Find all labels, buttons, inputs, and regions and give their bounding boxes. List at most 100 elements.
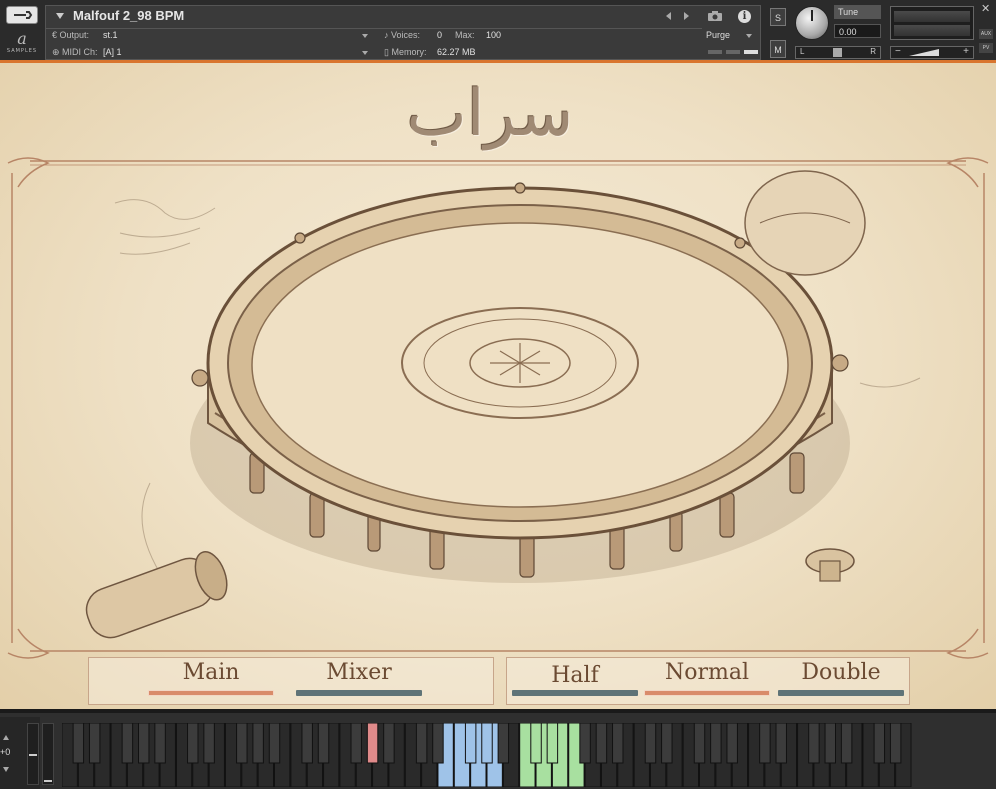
black-key[interactable] [187,723,199,764]
black-key[interactable] [775,723,787,764]
black-key[interactable] [350,723,362,764]
black-key[interactable] [889,723,902,764]
black-key[interactable] [415,723,428,764]
instrument-title: سراب [406,77,574,151]
piano-keyboard[interactable] [62,723,912,787]
black-key[interactable] [579,723,591,764]
black-key[interactable] [840,723,853,764]
black-key[interactable] [464,723,477,764]
tab-mixer[interactable]: Mixer [296,659,422,697]
black-key[interactable] [432,723,444,764]
purge-menu[interactable]: Purge [706,30,730,40]
instrument-name[interactable]: Malfouf 2_98 BPM [73,8,184,23]
volume-plus: + [963,46,969,57]
previous-instrument-icon[interactable] [666,12,671,20]
aux-button[interactable]: AUX [979,29,993,39]
tab-double[interactable]: Double [778,659,904,697]
next-instrument-icon[interactable] [684,12,689,20]
octave-up-icon[interactable] [3,735,9,740]
camera-icon[interactable] [707,10,723,22]
keyboard-area: +0 [0,709,996,789]
black-key[interactable] [481,723,493,764]
black-key[interactable] [203,723,215,764]
pv-button[interactable]: PV [979,43,993,53]
purge-indicator [726,50,740,54]
volume-minus: − [895,46,901,57]
tab-indicator [296,690,422,696]
instrument-artwork: سراب Main Mixer Half Normal Double [0,63,996,709]
black-key[interactable] [366,723,379,764]
volume-level[interactable] [909,49,939,56]
black-key[interactable] [138,723,150,764]
tab-indicator-active [148,690,274,696]
solo-button[interactable]: S [770,8,786,26]
close-icon[interactable]: ✕ [981,2,990,15]
black-key[interactable] [252,723,264,764]
max-label: Max: [455,30,475,40]
instrument-menu-arrow-icon[interactable] [56,13,64,19]
output-label: € Output: [52,30,90,40]
black-key[interactable] [808,723,820,764]
tab-indicator-active [644,690,770,696]
tab-half[interactable]: Half [512,659,638,697]
instrument-header: a SAMPLES Malfouf 2_98 BPM i € Output: s… [0,0,996,63]
black-key[interactable] [72,723,85,764]
black-key[interactable] [595,723,608,764]
tab-main[interactable]: Main [148,659,274,697]
midi-label: ⊕ MIDI Ch: [52,47,98,57]
black-key[interactable] [612,723,624,764]
mod-wheel[interactable] [42,723,54,785]
riq-drum-illustration [7,157,989,659]
black-key[interactable] [497,723,510,764]
voices-value: 0 [437,30,443,40]
voices-label: ♪ Voices: [384,30,421,40]
black-key[interactable] [236,723,248,764]
black-key[interactable] [546,723,559,764]
black-key[interactable] [317,723,330,764]
pan-handle[interactable] [833,48,842,57]
black-key[interactable] [873,723,886,764]
black-key[interactable] [154,723,166,764]
tab-indicator [512,690,638,696]
black-key[interactable] [710,723,722,764]
output-dropdown-icon[interactable] [362,34,368,38]
tune-value[interactable]: 0.00 [834,24,881,38]
max-voices-value[interactable]: 100 [486,30,501,40]
black-key[interactable] [693,723,706,764]
wrench-button[interactable] [6,6,38,24]
brand-logo: a SAMPLES [6,29,38,55]
octave-down-icon[interactable] [3,767,9,772]
mute-button[interactable]: M [770,40,786,58]
tune-knob[interactable] [795,6,829,40]
pan-right-label: R [870,47,876,56]
midi-dropdown-icon[interactable] [362,51,368,55]
wrench-icon [14,11,33,19]
memory-label: ▯ Memory: [384,47,427,57]
purge-indicator [708,50,722,54]
black-key[interactable] [530,723,542,764]
purge-indicator [744,50,758,54]
black-key[interactable] [661,723,673,764]
midi-channel-value[interactable]: [A] 1 [103,47,122,57]
pan-left-label: L [800,47,805,56]
tune-label: Tune [834,5,881,19]
instrument-name-row: Malfouf 2_98 BPM [46,6,702,29]
output-value[interactable]: st.1 [103,30,118,40]
black-key[interactable] [88,723,101,764]
black-key[interactable] [644,723,657,764]
black-key[interactable] [824,723,836,764]
black-key[interactable] [121,723,134,764]
pan-slider[interactable]: L R [795,46,881,59]
black-key[interactable] [759,723,771,764]
volume-slider[interactable]: − + [890,46,974,59]
black-key[interactable] [301,723,313,764]
black-key[interactable] [726,723,738,764]
level-meter [890,6,974,40]
black-key[interactable] [383,723,395,764]
pitch-wheel[interactable] [27,723,39,785]
info-icon[interactable]: i [738,10,751,23]
tab-normal[interactable]: Normal [644,659,770,697]
purge-dropdown-icon[interactable] [746,34,752,38]
octave-value: +0 [0,747,11,757]
black-key[interactable] [268,723,281,764]
